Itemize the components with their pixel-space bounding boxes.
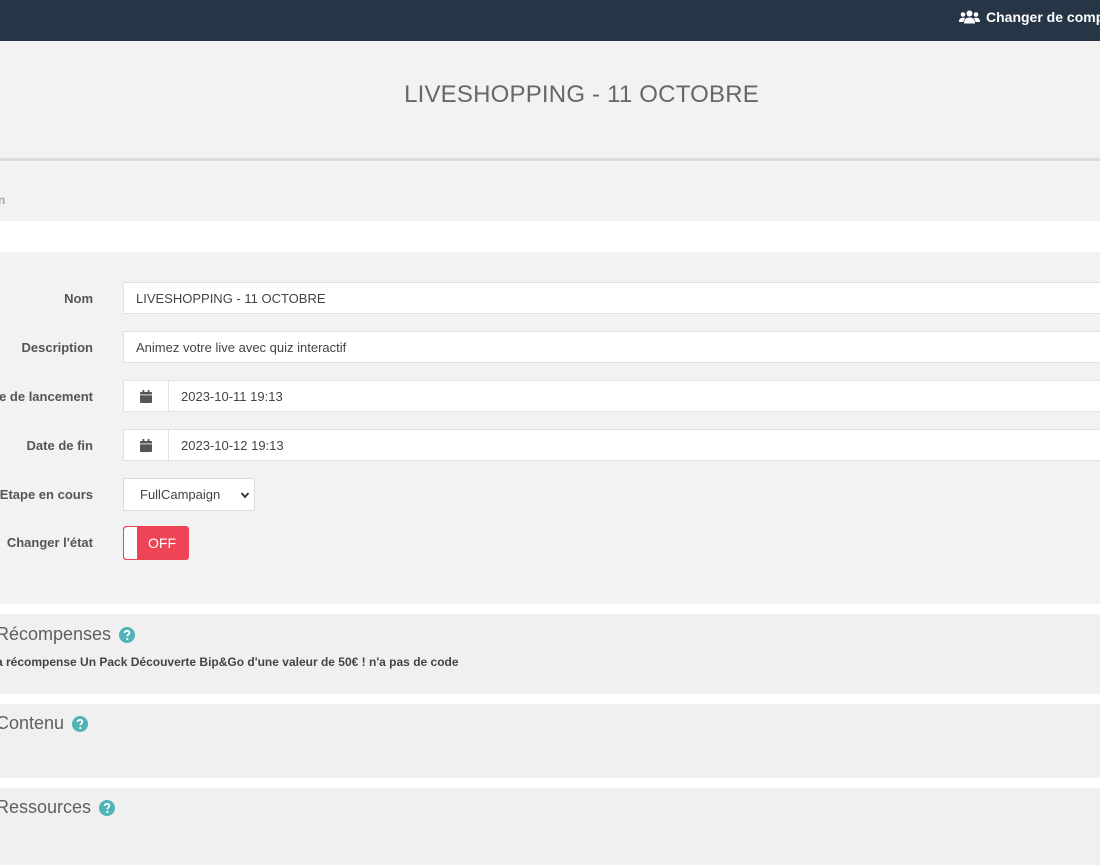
section-divider xyxy=(0,604,1100,614)
rewards-title-row: Récompenses xyxy=(0,624,136,645)
help-icon[interactable] xyxy=(72,715,89,732)
section-divider xyxy=(0,694,1100,704)
current-step-value: FullCampaign xyxy=(140,487,221,502)
calendar-icon xyxy=(140,438,152,452)
title-band: LIVESHOPPING - 11 OCTOBRE xyxy=(0,41,1100,161)
end-date-picker-button[interactable] xyxy=(124,430,169,460)
switch-account-label: Changer de compte xyxy=(986,9,1100,25)
launch-date-value: 2023-10-11 19:13 xyxy=(181,388,283,404)
resources-section: Ressources xyxy=(0,788,1100,865)
content-title: Contenu xyxy=(0,713,65,733)
users-icon xyxy=(959,10,980,24)
help-icon[interactable] xyxy=(99,799,116,816)
end-date-label: Date de fin xyxy=(26,438,93,453)
end-date-input[interactable]: 2023-10-12 19:13 xyxy=(123,429,1100,461)
toggle-knob[interactable] xyxy=(124,527,137,559)
rewards-section: Récompenses a récompense Un Pack Découve… xyxy=(0,614,1100,694)
current-step-label: Etape en cours xyxy=(0,487,93,502)
current-step-select[interactable]: FullCampaign xyxy=(123,478,255,511)
resources-title: Ressources xyxy=(0,797,92,817)
state-label: Changer l'état xyxy=(6,535,93,550)
name-input-value: LIVESHOPPING - 11 OCTOBRE xyxy=(136,290,326,306)
section-divider xyxy=(0,778,1100,788)
divider-strip xyxy=(0,221,1100,252)
switch-account-button[interactable]: Changer de compte xyxy=(959,9,1100,25)
content-section: Contenu xyxy=(0,704,1100,778)
name-input[interactable]: LIVESHOPPING - 11 OCTOBRE xyxy=(123,282,1100,314)
help-icon[interactable] xyxy=(119,626,136,643)
end-date-value: 2023-10-12 19:13 xyxy=(181,437,284,453)
state-toggle[interactable]: OFF xyxy=(123,526,189,560)
launch-date-label: te de lancement xyxy=(0,389,93,404)
rewards-description: a récompense Un Pack Découverte Bip&Go d… xyxy=(0,655,459,669)
top-bar: Changer de compte xyxy=(0,0,1100,41)
toggle-state-text: OFF xyxy=(148,535,176,551)
page-title: LIVESHOPPING - 11 OCTOBRE xyxy=(404,81,759,108)
content-title-row: Contenu xyxy=(0,713,89,734)
calendar-icon xyxy=(140,389,152,403)
resources-title-row: Ressources xyxy=(0,797,116,818)
launch-date-input[interactable]: 2023-10-11 19:13 xyxy=(123,380,1100,412)
description-input[interactable]: Animez votre live avec quiz interactif xyxy=(123,331,1100,363)
chevron-down-icon xyxy=(240,492,250,499)
launch-date-picker-button[interactable] xyxy=(124,381,169,411)
name-label: Nom xyxy=(64,291,93,306)
rewards-title: Récompenses xyxy=(0,624,112,644)
description-input-value: Animez votre live avec quiz interactif xyxy=(136,339,347,355)
description-label: Description xyxy=(21,340,93,355)
tab-configuration[interactable]: ration xyxy=(0,193,5,207)
